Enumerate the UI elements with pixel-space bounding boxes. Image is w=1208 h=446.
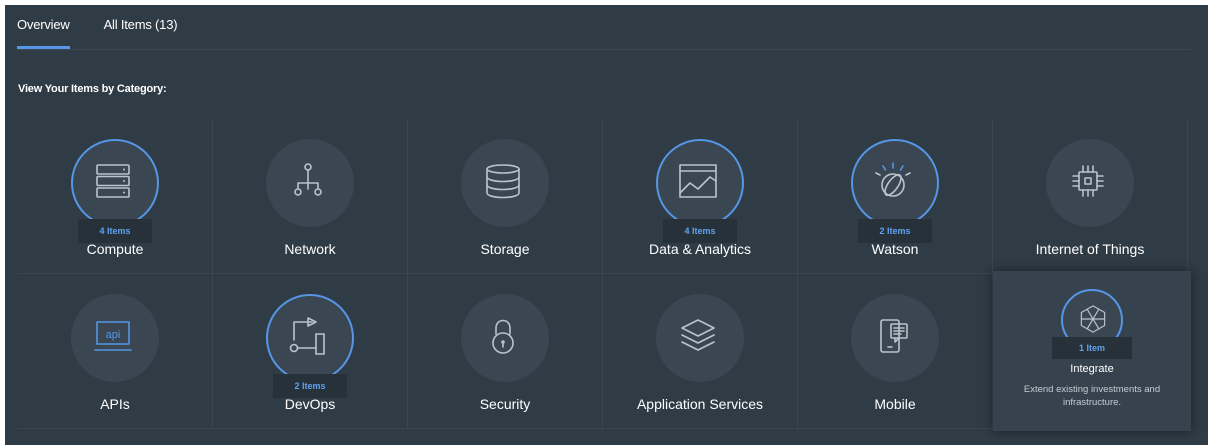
watson-icon bbox=[875, 162, 911, 197]
category-label: Storage bbox=[480, 241, 530, 257]
server-icon bbox=[96, 164, 130, 198]
category-label: DevOps bbox=[284, 396, 336, 412]
category-label: Integrate bbox=[1070, 363, 1114, 375]
item-count-badge: 4 Items bbox=[78, 219, 152, 243]
category-label: APIs bbox=[100, 396, 130, 412]
category-label: Application Services bbox=[636, 396, 764, 412]
category-icon-circle bbox=[656, 139, 744, 227]
category-tile-mobile[interactable]: Mobile bbox=[798, 274, 993, 429]
category-description: Extend existing investments and infrastr… bbox=[1023, 384, 1161, 408]
category-label: Mobile bbox=[874, 396, 916, 412]
layers-icon bbox=[681, 319, 715, 351]
category-label: Compute bbox=[86, 241, 144, 257]
category-tile-watson[interactable]: 2 Items Watson bbox=[798, 119, 993, 274]
category-tile-data-analytics[interactable]: 4 Items Data & Analytics bbox=[603, 119, 798, 274]
category-grid: 4 Items Compute Network Storage 4 Items … bbox=[18, 119, 1192, 433]
category-tile-devops[interactable]: 2 Items DevOps bbox=[213, 274, 408, 429]
category-icon-circle: api bbox=[71, 294, 159, 382]
item-count-badge: 1 Item bbox=[1052, 337, 1132, 359]
tab-bar: Overview All Items (13) bbox=[17, 5, 211, 49]
chart-window-icon bbox=[679, 164, 717, 198]
category-tile-apis[interactable]: api APIs bbox=[18, 274, 213, 429]
category-icon-circle bbox=[1046, 139, 1134, 227]
category-label: Internet of Things bbox=[1035, 241, 1145, 257]
item-count-badge: 4 Items bbox=[663, 219, 737, 243]
category-icon-circle bbox=[266, 294, 354, 382]
category-icon-circle bbox=[656, 294, 744, 382]
category-icon-circle bbox=[461, 139, 549, 227]
tab-divider bbox=[17, 49, 1191, 50]
category-label: Network bbox=[284, 241, 336, 257]
item-count-badge: 2 Items bbox=[273, 374, 347, 398]
category-tile-integrate[interactable]: 1 Item Integrate Extend existing investm… bbox=[993, 271, 1191, 431]
category-label: Security bbox=[479, 396, 531, 412]
category-icon-circle bbox=[461, 294, 549, 382]
category-tile-application-services[interactable]: Application Services bbox=[603, 274, 798, 429]
category-tile-iot[interactable]: Internet of Things bbox=[993, 119, 1188, 274]
category-heading: View Your Items by Category: bbox=[18, 83, 167, 95]
tab-overview[interactable]: Overview bbox=[17, 5, 70, 49]
category-icon-circle bbox=[71, 139, 159, 227]
category-tile-compute[interactable]: 4 Items Compute bbox=[18, 119, 213, 274]
category-icon-circle bbox=[266, 139, 354, 227]
database-icon bbox=[486, 164, 520, 199]
dashboard-panel: Overview All Items (13) View Your Items … bbox=[5, 5, 1208, 445]
api-icon: api bbox=[94, 321, 132, 351]
category-tile-storage[interactable]: Storage bbox=[408, 119, 603, 274]
mobile-icon bbox=[880, 319, 908, 353]
svg-text:api: api bbox=[106, 329, 121, 341]
category-label: Watson bbox=[871, 241, 919, 257]
lock-icon bbox=[492, 319, 514, 354]
category-tile-security[interactable]: Security bbox=[408, 274, 603, 429]
category-label: Data & Analytics bbox=[649, 241, 751, 257]
hexagon-icon bbox=[1080, 305, 1106, 333]
category-icon-circle bbox=[851, 139, 939, 227]
category-icon-circle bbox=[851, 294, 939, 382]
network-icon bbox=[294, 163, 322, 196]
chip-icon bbox=[1072, 165, 1104, 197]
tab-all-items[interactable]: All Items (13) bbox=[104, 5, 178, 49]
item-count-badge: 2 Items bbox=[858, 219, 932, 243]
category-tile-network[interactable]: Network bbox=[213, 119, 408, 274]
pipeline-icon bbox=[289, 317, 325, 355]
